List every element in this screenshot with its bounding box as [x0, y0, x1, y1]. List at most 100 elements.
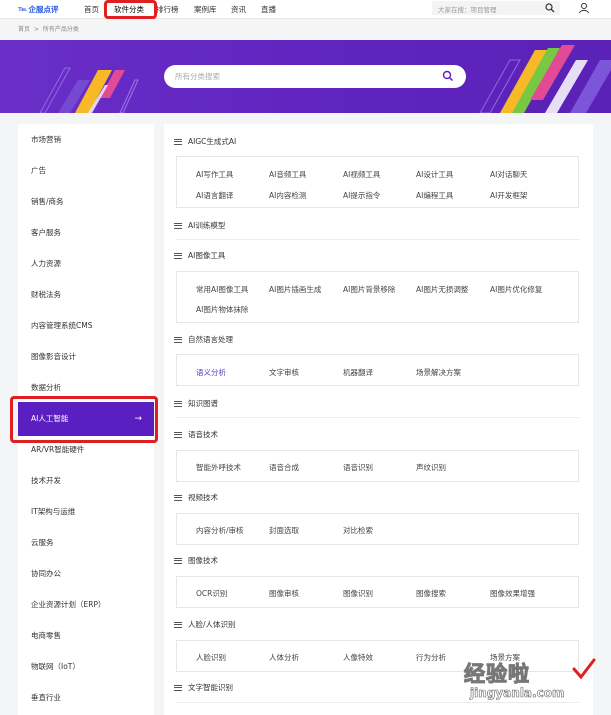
subcategory-link[interactable]: AI编程工具 [416, 190, 453, 201]
section-box-nlp: 语义分析 文字审核 机器翻译 场景解决方案 [176, 354, 579, 386]
sidebar-item-marketing[interactable]: 市场营销 [18, 130, 154, 150]
subcategory-link[interactable]: 语音识别 [343, 462, 373, 473]
subcategory-link[interactable]: AI图片插画生成 [269, 284, 321, 295]
subcategory-link[interactable]: 常用AI图像工具 [196, 284, 248, 295]
section-title-knowledge-graph[interactable]: 知识图谱 [174, 398, 218, 409]
subcategory-link[interactable]: 行为分析 [416, 652, 446, 663]
subcategory-link[interactable]: AI设计工具 [416, 169, 453, 180]
section-title-ai-image[interactable]: AI图像工具 [174, 250, 225, 261]
subcategory-link[interactable]: 语义分析 [196, 367, 226, 378]
logo-mark: ℡ [18, 5, 27, 13]
sidebar-item-hr[interactable]: 人力资源 [18, 254, 154, 274]
logo-text: 企服点评 [28, 4, 59, 14]
subcategory-link[interactable]: 图像搜索 [416, 588, 446, 599]
menu-icon [174, 252, 182, 259]
subcategory-link[interactable]: AI对话聊天 [490, 169, 527, 180]
divider [176, 239, 579, 240]
subcategory-link[interactable]: AI图片无损调整 [416, 284, 468, 295]
subcategory-link[interactable]: 场景解决方案 [416, 367, 461, 378]
sidebar-item-dev[interactable]: 技术开发 [18, 471, 154, 491]
top-navbar: ℡ 企服点评 首页 软件分类 排行榜 案例库 资讯 直播 大家在搜：项目管理 [0, 0, 611, 19]
sidebar-item-iot[interactable]: 物联网（IoT） [18, 657, 154, 677]
divider [176, 417, 579, 418]
subcategory-link[interactable]: AI语言翻译 [196, 190, 233, 201]
category-search-placeholder: 所有分类搜索 [175, 72, 220, 81]
subcategory-link[interactable]: 文字审核 [269, 367, 299, 378]
sidebar-item-ar-vr[interactable]: AR/VR智能硬件 [18, 440, 154, 460]
sidebar-item-cms[interactable]: 内容管理系统CMS [18, 316, 154, 336]
section-title-face-body[interactable]: 人脸/人体识别 [174, 619, 236, 630]
menu-icon [174, 621, 182, 628]
sidebar-item-sales[interactable]: 销售/商务 [18, 192, 154, 212]
section-title-aigc[interactable]: AIGC生成式AI [174, 136, 236, 147]
top-search-input[interactable]: 大家在搜：项目管理 [432, 1, 560, 15]
sidebar-item-erp[interactable]: 企业资源计划（ERP） [18, 595, 154, 615]
subcategory-link[interactable]: 对比检索 [343, 525, 373, 536]
subcategory-link[interactable]: 声纹识别 [416, 462, 446, 473]
subcategory-link[interactable]: AI图片优化修复 [490, 284, 542, 295]
subcategory-link[interactable]: 内容分析/审核 [196, 525, 244, 536]
subcategory-link[interactable]: 人脸识别 [196, 652, 226, 663]
section-title-video[interactable]: 视频技术 [174, 492, 218, 503]
search-icon[interactable] [545, 3, 555, 13]
subcategory-link[interactable]: 语音合成 [269, 462, 299, 473]
subcategory-link[interactable]: 人体分析 [269, 652, 299, 663]
menu-icon [174, 494, 182, 501]
section-title-image-tech[interactable]: 图像技术 [174, 555, 218, 566]
nav-highlight-box [104, 0, 157, 19]
subcategory-link[interactable]: AI视频工具 [343, 169, 380, 180]
checkmark-icon [572, 658, 596, 680]
nav-live[interactable]: 直播 [261, 4, 276, 15]
sidebar-item-ecommerce[interactable]: 电商零售 [18, 626, 154, 646]
section-title-speech[interactable]: 语音技术 [174, 429, 218, 440]
menu-icon [174, 336, 182, 343]
sidebar-item-vertical[interactable]: 垂直行业 [18, 688, 154, 708]
subcategory-link[interactable]: 智能外呼技术 [196, 462, 241, 473]
section-title-ai-models[interactable]: AI训练模型 [174, 220, 225, 231]
menu-icon [174, 222, 182, 229]
category-content: AIGC生成式AI AI写作工具 AI音频工具 AI视频工具 AI设计工具 AI… [164, 124, 593, 715]
sidebar-item-finance-legal[interactable]: 财税法务 [18, 285, 154, 305]
subcategory-link[interactable]: AI图片背景移除 [343, 284, 395, 295]
subcategory-link[interactable]: AI音频工具 [269, 169, 306, 180]
menu-icon [174, 557, 182, 564]
subcategory-link[interactable]: AI图片物体抹除 [196, 304, 248, 315]
menu-icon [174, 684, 182, 691]
breadcrumb-home[interactable]: 首页 [18, 26, 30, 33]
user-icon[interactable] [578, 2, 590, 14]
nav-home[interactable]: 首页 [84, 4, 99, 15]
nav-ranking[interactable]: 排行榜 [156, 4, 179, 15]
subcategory-link[interactable]: 封面选取 [269, 525, 299, 536]
sidebar-item-data-analysis[interactable]: 数据分析 [18, 378, 154, 398]
menu-icon [174, 431, 182, 438]
subcategory-link[interactable]: AI提示指令 [343, 190, 380, 201]
sidebar-item-design[interactable]: 图像影音设计 [18, 347, 154, 367]
sidebar-item-ads[interactable]: 广告 [18, 161, 154, 181]
menu-icon [174, 138, 182, 145]
search-icon[interactable] [442, 70, 454, 82]
subcategory-link[interactable]: 图像效果增强 [490, 588, 535, 599]
section-box-image-tech: OCR识别 图像审核 图像识别 图像搜索 图像效果增强 [176, 576, 579, 608]
sidebar-item-cloud[interactable]: 云服务 [18, 533, 154, 553]
sidebar-item-collaboration[interactable]: 协同办公 [18, 564, 154, 584]
subcategory-link[interactable]: OCR识别 [196, 588, 227, 599]
nav-news[interactable]: 资讯 [231, 4, 246, 15]
subcategory-link[interactable]: 图像识别 [343, 588, 373, 599]
subcategory-link[interactable]: 图像审核 [269, 588, 299, 599]
category-search-input[interactable]: 所有分类搜索 [164, 65, 466, 88]
section-title-ocr[interactable]: 文字智能识别 [174, 682, 233, 693]
section-title-nlp[interactable]: 自然语言处理 [174, 334, 233, 345]
sidebar-item-customer-service[interactable]: 客户服务 [18, 223, 154, 243]
sidebar-highlight-box [10, 396, 158, 443]
breadcrumb-current: 所有产品分类 [42, 26, 79, 33]
subcategory-link[interactable]: 机器翻译 [343, 367, 373, 378]
subcategory-link[interactable]: AI内容检测 [269, 190, 306, 201]
nav-cases[interactable]: 案例库 [194, 4, 217, 15]
section-box-speech: 智能外呼技术 语音合成 语音识别 声纹识别 [176, 450, 579, 482]
site-logo[interactable]: ℡ 企服点评 [18, 3, 58, 15]
subcategory-link[interactable]: AI写作工具 [196, 169, 233, 180]
sidebar-item-it-ops[interactable]: IT架构与运维 [18, 502, 154, 522]
subcategory-link[interactable]: 人像特效 [343, 652, 373, 663]
subcategory-link[interactable]: AI开发框架 [490, 190, 527, 201]
breadcrumb: 首页 > 所有产品分类 [18, 24, 81, 33]
